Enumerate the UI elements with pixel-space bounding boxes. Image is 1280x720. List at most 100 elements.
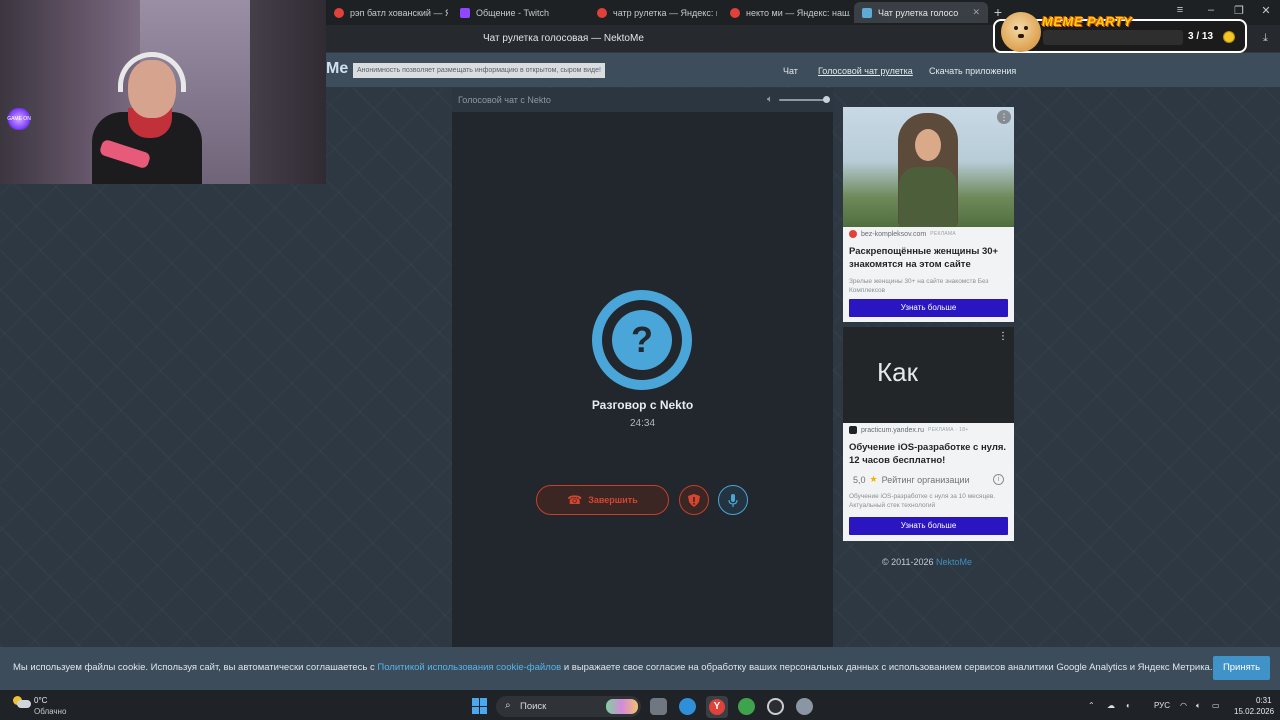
report-shield-button[interactable] [679, 485, 709, 515]
yandex-icon [597, 7, 607, 18]
cookie-text-before: Мы используем файлы cookie. Используя са… [13, 662, 378, 673]
cookie-policy-link[interactable]: Политикой использования cookie-файлов [377, 662, 561, 673]
download-icon[interactable]: ⤓ [1263, 32, 1268, 45]
ad-text: Зрелые женщины 30+ на сайте знакомств Бе… [849, 278, 989, 294]
tray-chevron-icon[interactable]: ⌃ [1088, 701, 1095, 710]
ad-menu-icon[interactable]: ⋮ [997, 110, 1011, 124]
end-call-label: Завершить [588, 495, 638, 505]
minimize-icon[interactable]: – [1203, 4, 1219, 16]
microphone-icon [728, 493, 738, 507]
nav-chat[interactable]: Чат [783, 66, 798, 76]
windows-start-icon[interactable] [472, 698, 488, 714]
ad-title[interactable]: Раскрепощённые женщины 30+ знакомятся на… [849, 245, 1009, 271]
hang-up-icon: ☎︎ [567, 493, 583, 507]
nekto-icon [862, 7, 872, 18]
nav-download-apps[interactable]: Скачать приложения [929, 66, 1016, 76]
microphone-button[interactable] [718, 485, 748, 515]
doge-eye [1014, 26, 1018, 30]
tray-network-app-icon[interactable]: ☁︎ [1107, 701, 1115, 710]
call-timer: 24:34 [629, 418, 656, 429]
volume-slider[interactable] [779, 99, 827, 101]
footer-brand-link[interactable]: NektoMe [936, 557, 972, 567]
ad-domain: practicum.yandex.ru [861, 426, 925, 434]
clock-time[interactable]: 0:31 [1256, 696, 1272, 705]
info-icon[interactable]: i [993, 474, 1004, 485]
twitch-icon [460, 7, 470, 18]
ad-domain: bez-kompleksov.com [861, 230, 927, 238]
rating-label: Рейтинг организации [881, 474, 970, 485]
ad-image-face [915, 129, 941, 161]
ad-text: Обучение iOS-разработке с нуля за 10 мес… [849, 493, 996, 509]
rating-value: 5,0 [853, 474, 866, 485]
volume-slider-handle[interactable] [823, 96, 830, 103]
browser-tab[interactable]: рэп батл хованский — Ян [326, 2, 448, 23]
clock-date[interactable]: 15.02.2026 [1234, 707, 1274, 716]
cookie-text: Мы используем файлы cookie. Используя са… [13, 662, 1212, 673]
doge-nose [1018, 34, 1024, 38]
cloud-icon [17, 700, 31, 708]
ad-image-text: Как [877, 357, 918, 387]
meme-count: 3 / 13 [1188, 31, 1214, 42]
speaker-icon[interactable]: 🔈︎ [1196, 701, 1201, 711]
tab-label: Чат рулетка голосо [878, 7, 959, 18]
cookie-text-after: и выражаете свое согласие на обработку в… [561, 662, 1213, 673]
ad-card[interactable]: Как ⋮ practicum.yandex.ru РЕКЛАМА · 18+ … [843, 327, 1014, 541]
ad-image-dress [899, 167, 957, 227]
close-tab-icon[interactable]: ✕ [972, 7, 980, 18]
yandex-icon [334, 7, 344, 18]
tab-label: некто ми — Яндекс: нашл [746, 7, 850, 18]
end-call-button[interactable]: ☎︎ Завершить [536, 485, 669, 515]
taskbar-search-label: Поиск [520, 701, 547, 712]
settings-gear-icon[interactable] [796, 698, 813, 715]
app-green-icon[interactable] [738, 698, 755, 715]
search-icon: ⌕ [505, 700, 511, 711]
yandex-browser-icon: Y [709, 699, 725, 715]
tab-label: чатр рулетка — Яндекс: н [613, 7, 717, 18]
ad-title[interactable]: Обучение iOS-разработке с нуля. 12 часов… [849, 441, 1009, 467]
volume-icon[interactable]: 🔈︎ [767, 94, 773, 105]
menu-icon[interactable]: ≡ [1172, 4, 1188, 16]
webcam-overlay: GAME ON [0, 0, 326, 184]
browser-tab[interactable]: Общение - Twitch [452, 2, 585, 23]
site-logo[interactable]: Me [326, 60, 348, 78]
ad-learn-more-button[interactable]: Узнать больше [849, 517, 1008, 535]
accept-cookies-button[interactable]: Принять [1213, 656, 1270, 680]
new-tab-button[interactable]: + [990, 4, 1006, 20]
yandex-browser-taskbar-item[interactable]: Y [706, 696, 728, 718]
doge-icon [1001, 12, 1041, 52]
weather-icon[interactable] [13, 695, 31, 709]
ad-image[interactable] [843, 107, 1014, 227]
edge-browser-icon[interactable] [679, 698, 696, 715]
search-highlight-icon [606, 699, 638, 714]
obs-icon[interactable] [767, 698, 784, 715]
close-window-icon[interactable]: ✕ [1258, 4, 1274, 17]
weather-temperature[interactable]: 0°C [34, 696, 47, 705]
doge-eye [1024, 26, 1028, 30]
wifi-icon[interactable]: ◠ [1180, 701, 1187, 710]
weather-condition[interactable]: Облачно [34, 707, 66, 716]
conversation-title: Разговор с Nekto [591, 398, 694, 412]
copyright: © 2011-2026 NektoMe [882, 557, 972, 567]
task-view-icon[interactable] [650, 698, 667, 715]
neon-sign: GAME ON [6, 108, 32, 130]
restore-icon[interactable]: ❐ [1231, 4, 1247, 17]
ad-rating: 5,0 ★ Рейтинг организации i [853, 474, 1004, 485]
practicum-icon [849, 426, 857, 434]
ad-learn-more-button[interactable]: Узнать больше [849, 299, 1008, 317]
ad-image[interactable]: Как ⋮ [843, 327, 1014, 423]
ad-menu-icon[interactable]: ⋮ [998, 331, 1008, 342]
browser-tab[interactable]: чатр рулетка — Яндекс: н [589, 2, 717, 23]
tray-app-icon[interactable]: ◐ [1126, 701, 1131, 710]
nav-voice-chat[interactable]: Голосовой чат рулетка [818, 66, 913, 76]
lips-icon [849, 230, 857, 238]
input-language[interactable]: РУС [1154, 701, 1170, 710]
browser-tab-active[interactable]: Чат рулетка голосо ✕ [854, 2, 988, 23]
ad-source: practicum.yandex.ru РЕКЛАМА · 18+ [849, 426, 969, 434]
meme-party-title: MEME PARTY [1042, 14, 1133, 29]
question-mark-icon: ? [612, 310, 672, 370]
browser-tab[interactable]: некто ми — Яндекс: нашл [722, 2, 850, 23]
yandex-icon [730, 7, 740, 18]
ad-card[interactable]: ⋮ bez-kompleksov.com РЕКЛАМА Раскрепощён… [843, 107, 1014, 322]
battery-icon[interactable]: ▭ [1212, 701, 1220, 710]
ad-source: bez-kompleksov.com РЕКЛАМА [849, 230, 956, 238]
